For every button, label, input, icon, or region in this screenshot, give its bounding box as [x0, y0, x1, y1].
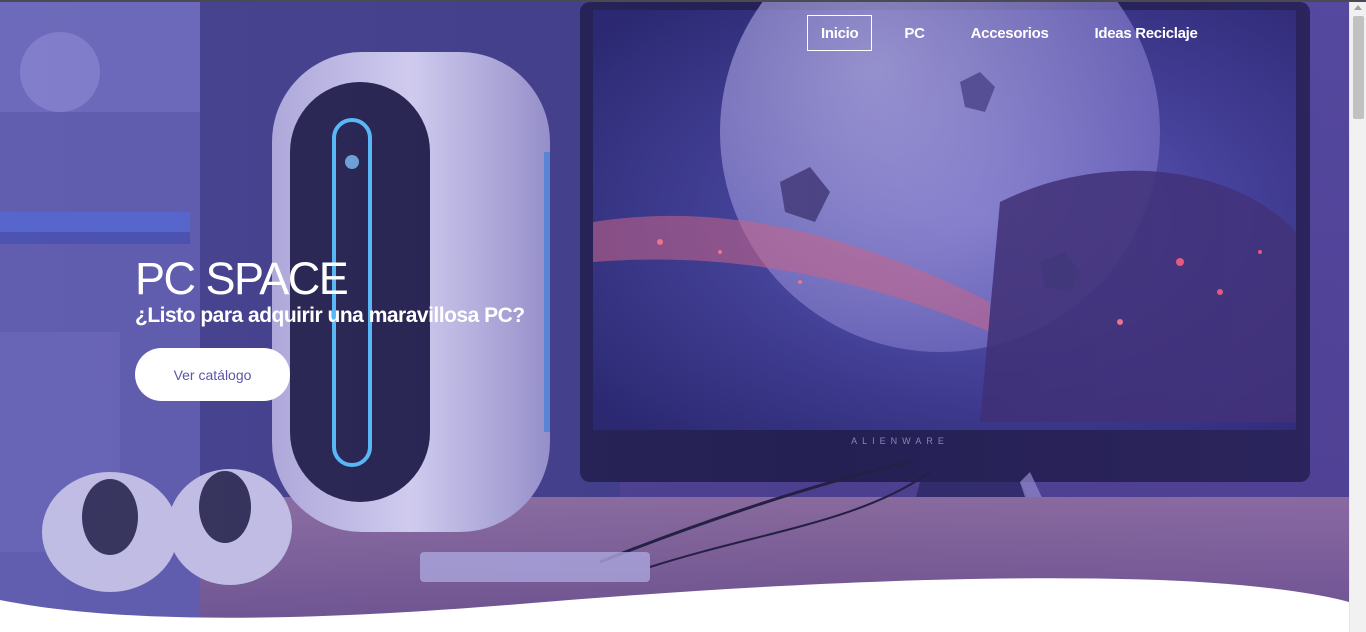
monitor-brand-label: ALIENWARE: [851, 436, 949, 446]
hero-bottom-wave: [0, 578, 1349, 632]
main-navigation: Inicio PC Accesorios Ideas Reciclaje: [807, 15, 1212, 51]
hero-title: PC SPACE: [135, 253, 349, 304]
nav-link-ideas-reciclaje[interactable]: Ideas Reciclaje: [1081, 15, 1212, 51]
nav-link-inicio[interactable]: Inicio: [807, 15, 873, 51]
scroll-up-arrow-icon[interactable]: [1354, 5, 1362, 10]
hero-text-block: PC SPACE ¿Listo para adquirir una maravi…: [135, 254, 525, 330]
nav-link-accesorios[interactable]: Accesorios: [957, 15, 1063, 51]
scrollbar-thumb[interactable]: [1353, 16, 1364, 119]
hero-subtitle: ¿Listo para adquirir una maravillosa PC?: [135, 304, 525, 327]
hero-section: ALIENWARE Inicio PC Accesorios Ideas Rec…: [0, 2, 1349, 632]
nav-link-pc[interactable]: PC: [890, 15, 938, 51]
ver-catalogo-button[interactable]: Ver catálogo: [135, 348, 290, 401]
browser-top-edge: [0, 0, 1366, 2]
page-scrollbar[interactable]: [1349, 2, 1366, 632]
